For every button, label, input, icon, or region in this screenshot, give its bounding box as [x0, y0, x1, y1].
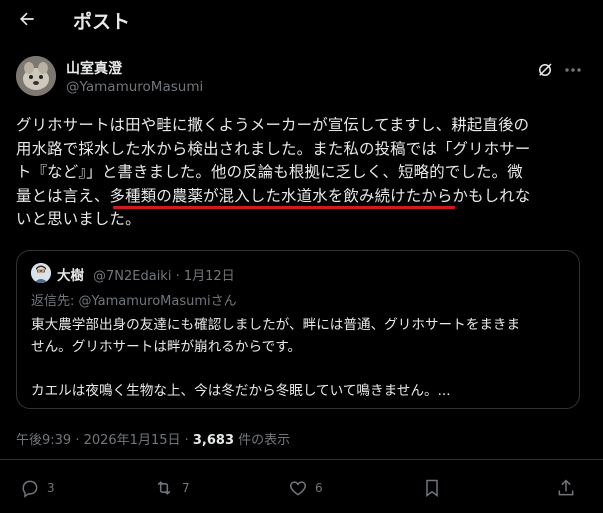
quoted-display-name[interactable]: 大樹	[57, 264, 84, 284]
bookmark-icon	[426, 479, 438, 497]
quoted-post[interactable]: 大樹 @7N2Edaiki · 1月12日 返信先: @YamamuroMasu…	[16, 250, 580, 409]
repost-icon	[157, 481, 171, 495]
post-text-line: 用水路で採水した水から検出されました。また私の投稿では「グリホサー	[16, 139, 531, 158]
divider	[0, 459, 603, 460]
post-text-line: ト『など』」と書きました。他の反論も根拠に乏しく、短略的でした。微	[16, 163, 523, 181]
red-underline-annotation	[113, 206, 455, 209]
author-display-name[interactable]: 山室真澄	[66, 58, 122, 78]
post-text-line: 量とは言え、多種類の農薬が混入した水道水を飲み続けたからかもしれな	[16, 186, 531, 205]
quoted-avatar-image	[31, 263, 51, 283]
post-text-line: グリホサートは田や畦に撒くようメーカーが宣伝してますし、耕起直後の	[16, 116, 530, 134]
reply-mention[interactable]: @YamamuroMasumi	[79, 294, 211, 309]
like-count: 6	[315, 481, 323, 495]
dots-icon	[565, 68, 581, 72]
views-count: 3,683	[192, 433, 235, 448]
page-title: ポスト	[73, 11, 131, 33]
arrow-left-icon	[20, 12, 34, 26]
reply-icon	[22, 480, 38, 498]
reply-prefix: 返信先:	[31, 294, 79, 309]
views-label: 件の表示	[234, 433, 291, 448]
avatar-image	[16, 56, 56, 96]
bookmark-button[interactable]	[423, 478, 441, 498]
heart-icon	[289, 481, 307, 496]
back-button[interactable]	[14, 6, 40, 32]
share-button[interactable]	[556, 478, 576, 498]
post-text-line: いと思いました。	[16, 210, 141, 228]
grok-icon-svg	[539, 63, 552, 76]
quoted-avatar[interactable]	[31, 263, 51, 283]
top-bar: ポスト	[0, 0, 603, 40]
post-text: グリホサートは田や畦に撒くようメーカーが宣伝してますし、耕起直後の 用水路で採水…	[16, 114, 584, 232]
repost-count: 7	[182, 481, 190, 495]
post-timestamp: 午後9:39 · 2026年1月15日 · 3,683 件の表示	[16, 429, 290, 448]
like-button[interactable]: 6	[288, 478, 323, 498]
quoted-text-line: せん。グリホサートは畔が崩れるからです。	[31, 339, 302, 355]
reply-button[interactable]: 3	[20, 478, 55, 498]
more-options-icon[interactable]	[562, 61, 584, 79]
repost-button[interactable]: 7	[153, 478, 190, 498]
quoted-reply-to: 返信先: @YamamuroMasumiさん	[31, 290, 237, 309]
reply-count: 3	[47, 481, 55, 495]
reply-suffix: さん	[210, 294, 237, 309]
quoted-text: 東大農学部出身の友達にも確認しましたが、畔には普通、グリホサートをまきま せん。…	[31, 314, 571, 402]
grok-icon[interactable]	[536, 61, 554, 79]
quoted-text-line: 東大農学部出身の友達にも確認しましたが、畔には普通、グリホサートをまきま	[31, 317, 521, 333]
quoted-meta: @7N2Edaiki · 1月12日	[93, 269, 235, 284]
action-bar: 3 7 6	[0, 478, 603, 506]
timestamp-text[interactable]: 午後9:39 · 2026年1月15日 ·	[16, 433, 193, 448]
avatar[interactable]	[16, 56, 56, 96]
author-handle[interactable]: @YamamuroMasumi	[66, 79, 203, 95]
quoted-text-line: カエルは夜鳴く生物な上、今は冬だから冬眠していて鳴きません。...	[31, 383, 451, 399]
quoted-text-line	[31, 358, 571, 380]
share-icon	[558, 479, 574, 496]
